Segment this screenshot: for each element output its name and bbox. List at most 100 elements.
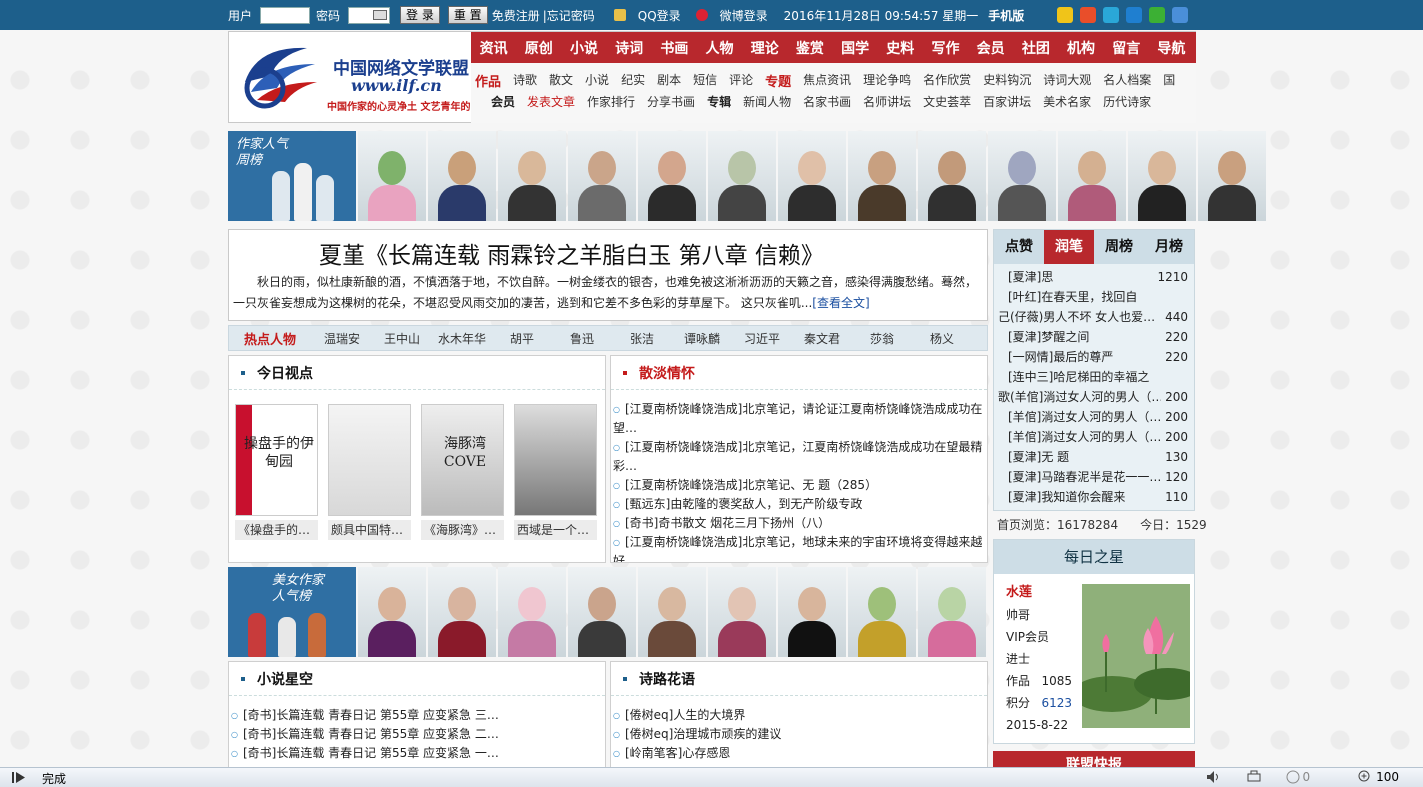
author-photo[interactable] (1058, 131, 1126, 221)
favorite-icon[interactable] (1057, 7, 1073, 23)
main-nav-item[interactable]: 人物 (697, 38, 742, 58)
author-photo[interactable] (428, 567, 496, 657)
sub-nav-item[interactable]: 名作欣赏 (923, 71, 971, 90)
sub-nav-item[interactable]: 焦点资讯 (803, 71, 851, 90)
ranking-item[interactable]: [叶红]在春天里，找回自 (998, 287, 1190, 307)
sub-nav-item[interactable]: 分享书画 (647, 93, 695, 110)
list-item[interactable]: ○ [江夏南桥饶峰饶浩成]北京笔记，江夏南桥饶峰饶浩成成功在望最精彩… (613, 438, 983, 476)
book-caption[interactable]: 颇具中国特… (328, 520, 411, 540)
author-photo[interactable] (918, 131, 986, 221)
author-photo[interactable] (638, 131, 706, 221)
book-item[interactable]: 西域是一个… (514, 404, 597, 540)
ranking-tab[interactable]: 润笔 (1044, 230, 1094, 264)
ranking-item[interactable]: [一网情]最后的尊严 220 (998, 347, 1190, 367)
volume-icon[interactable] (1206, 770, 1222, 784)
main-nav-item[interactable]: 导航 (1149, 38, 1194, 58)
author-photo[interactable] (498, 567, 566, 657)
ranking-item[interactable]: [羊倌]淌过女人河的男人（… 200 (998, 407, 1190, 427)
ranking-item[interactable]: [夏津]无 题 130 (998, 447, 1190, 467)
author-photo[interactable] (358, 567, 426, 657)
author-photo[interactable] (1128, 131, 1196, 221)
main-nav-item[interactable]: 留言 (1104, 38, 1149, 58)
list-item[interactable]: ○ [倦树eq]人生的大境界 (613, 706, 983, 725)
ranking-item[interactable]: 己(仔薇)男人不坏 女人也爱… 440 (998, 307, 1190, 327)
ranking-item[interactable]: [夏津]思 1210 (998, 267, 1190, 287)
main-nav-item[interactable]: 小说 (561, 38, 606, 58)
list-item[interactable]: ○ [奇书]长篇连载 青春日记 第55章 应变紧急 三… (231, 706, 601, 725)
password-input[interactable] (348, 6, 391, 24)
book-caption[interactable]: 西域是一个… (514, 520, 597, 540)
sub-nav-head-works[interactable]: 作品 (475, 71, 501, 90)
ranking-tab[interactable]: 月榜 (1144, 230, 1194, 264)
sub-nav-item[interactable]: 理论争鸣 (863, 71, 911, 90)
sub-nav-item[interactable]: 纪实 (621, 71, 645, 90)
hot-person-link[interactable]: 王中山 (372, 330, 432, 347)
sub-nav-item[interactable]: 历代诗家 (1103, 93, 1151, 110)
keyboard-icon[interactable] (373, 10, 388, 20)
sub-nav-item[interactable]: 新闻人物 (743, 93, 791, 110)
weibo-icon[interactable] (695, 9, 708, 21)
author-photo[interactable] (1198, 131, 1266, 221)
ranking-item[interactable]: [夏津]我知道你会醒来 110 (998, 487, 1190, 507)
list-item[interactable]: ○ [奇书]奇书散文 烟花三月下扬州（八） (613, 514, 983, 533)
author-photo[interactable] (638, 567, 706, 657)
book-caption[interactable]: 《操盘手的… (235, 520, 318, 540)
qq-login-link[interactable]: QQ登录 (638, 7, 681, 24)
main-nav-item[interactable]: 机构 (1058, 38, 1103, 58)
hot-person-link[interactable]: 谭咏麟 (672, 330, 732, 347)
main-nav-item[interactable]: 史料 (878, 38, 923, 58)
main-nav-item[interactable]: 国学 (833, 38, 878, 58)
qzone-icon[interactable] (1103, 7, 1119, 23)
login-button[interactable]: 登 录 (400, 6, 440, 24)
list-item[interactable]: ○ [甄远东]由乾隆的褒奖敌人，到无产阶级专政 (613, 495, 983, 514)
main-nav-item[interactable]: 原创 (516, 38, 561, 58)
sub-nav-item[interactable]: 短信 (693, 71, 717, 90)
hot-person-link[interactable]: 水木年华 (432, 330, 492, 347)
sub-nav-item[interactable]: 作家排行 (587, 93, 635, 110)
author-photo[interactable] (778, 567, 846, 657)
sub-nav-item[interactable]: 史料钩沉 (983, 71, 1031, 90)
book-cover[interactable] (328, 404, 411, 516)
qq-icon[interactable] (613, 9, 626, 21)
main-nav-item[interactable]: 社团 (1013, 38, 1058, 58)
sub-nav-item[interactable]: 散文 (549, 71, 573, 90)
hot-person-link[interactable]: 温瑞安 (312, 330, 372, 347)
main-nav-item[interactable]: 书画 (652, 38, 697, 58)
author-photo[interactable] (568, 567, 636, 657)
forgot-password-link[interactable]: |忘记密码 (543, 7, 595, 24)
featured-title[interactable]: 夏堇《长篇连载 雨霖铃之羊脂白玉 第八章 信赖》 (319, 236, 824, 270)
renren-icon[interactable] (1126, 7, 1142, 23)
weibo-login-link[interactable]: 微博登录 (720, 7, 768, 24)
sub-nav-item[interactable]: 剧本 (657, 71, 681, 90)
hot-person-link[interactable]: 莎翁 (852, 330, 912, 347)
daily-star-photo[interactable] (1082, 584, 1190, 728)
site-logo[interactable]: 中国网络文学联盟 www.ilf.cn 中国作家的心灵净土 文艺青年的网上家园 (237, 40, 510, 114)
list-item[interactable]: ○ [江夏南桥饶峰饶浩成]北京笔记，请论证江夏南桥饶峰饶浩成成功在望… (613, 400, 983, 438)
mobile-link[interactable]: 手机版 (988, 7, 1024, 24)
sub-nav-item[interactable]: 美术名家 (1043, 93, 1091, 110)
list-item[interactable]: ○ [江夏南桥饶峰饶浩成]北京笔记、无 题（285） (613, 476, 983, 495)
media-play-icon[interactable] (12, 771, 26, 784)
ranking-item[interactable]: [羊倌]淌过女人河的男人（… 200 (998, 427, 1190, 447)
ranking-tab[interactable]: 周榜 (1094, 230, 1144, 264)
main-nav-item[interactable]: 写作 (923, 38, 968, 58)
block-counter[interactable]: 0 (1286, 770, 1334, 784)
author-photo[interactable] (568, 131, 636, 221)
sub-nav-item[interactable]: 国 (1163, 71, 1175, 90)
list-item[interactable]: ○ [岭南笔客]心存感恩 (613, 744, 983, 763)
book-cover[interactable] (514, 404, 597, 516)
author-photo[interactable] (708, 131, 776, 221)
list-item[interactable]: ○ [奇书]长篇连载 青春日记 第55章 应变紧急 一… (231, 744, 601, 763)
sub-nav-item[interactable]: 名家书画 (803, 93, 851, 110)
sub-nav-item[interactable]: 诗歌 (513, 71, 537, 90)
reset-button[interactable]: 重 置 (447, 6, 488, 24)
book-cover[interactable]: 海豚湾 COVE (421, 404, 504, 516)
book-item[interactable]: 颇具中国特… (328, 404, 411, 540)
sub-nav-item[interactable]: 百家讲坛 (983, 93, 1031, 110)
beauty-writer-banner[interactable]: 美女作家 人气榜 (228, 567, 356, 657)
read-more-link[interactable]: [查看全文] (812, 296, 869, 310)
sub-nav-item[interactable]: 小说 (585, 71, 609, 90)
print-icon[interactable] (1246, 770, 1262, 784)
ranking-item[interactable]: [夏津]梦醒之间 220 (998, 327, 1190, 347)
username-input[interactable] (260, 6, 311, 24)
